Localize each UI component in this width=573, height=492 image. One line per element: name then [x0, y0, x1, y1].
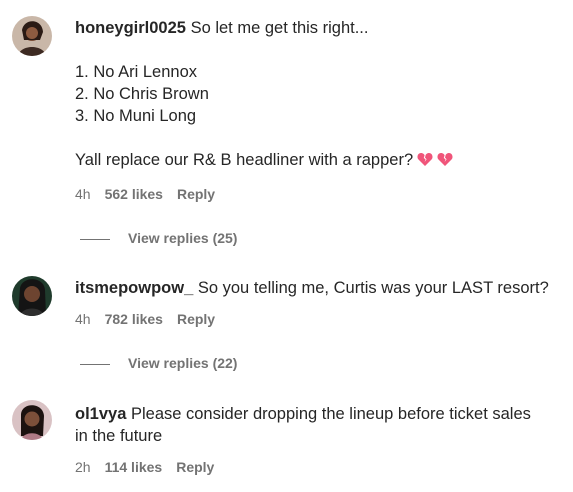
comment-body: honeygirl0025 So let me get this right..…	[75, 17, 565, 171]
comment-likes[interactable]: 782 likes	[105, 311, 163, 327]
comment-text: So let me get this right...	[190, 19, 369, 37]
avatar-image	[12, 400, 52, 440]
view-replies-label: View replies (25)	[128, 230, 238, 246]
avatar-image	[12, 276, 52, 316]
comment-text: Please consider dropping the lineup befo…	[130, 405, 531, 423]
avatar[interactable]	[12, 276, 52, 316]
comment-text: 1. No Ari Lennox	[75, 63, 197, 81]
comment-text: 2. No Chris Brown	[75, 85, 209, 103]
comment-body: itsmepowpow_ So you telling me, Curtis w…	[75, 277, 565, 299]
avatar[interactable]	[12, 400, 52, 440]
comment-text: Yall replace our R& B headliner with a r…	[75, 151, 414, 169]
comment-username[interactable]: ol1vya	[75, 405, 126, 423]
broken-heart-icon	[417, 153, 433, 166]
view-replies-button[interactable]: View replies (22)	[80, 355, 237, 371]
divider-line	[80, 238, 110, 240]
reply-button[interactable]: Reply	[177, 186, 215, 202]
comment-meta: 2h 114 likes Reply	[75, 459, 214, 475]
comment-text: 3. No Muni Long	[75, 107, 197, 125]
reply-button[interactable]: Reply	[176, 459, 214, 475]
comment-likes[interactable]: 114 likes	[105, 459, 163, 475]
comment-username[interactable]: itsmepowpow_	[75, 279, 193, 297]
reply-button[interactable]: Reply	[177, 311, 215, 327]
comment-likes[interactable]: 562 likes	[105, 186, 163, 202]
comment-time: 4h	[75, 186, 91, 202]
view-replies-button[interactable]: View replies (25)	[80, 230, 237, 246]
comment-text-blank	[75, 39, 565, 61]
comment-time: 2h	[75, 459, 91, 475]
comment-text: So you telling me, Curtis was your LAST …	[197, 279, 549, 297]
comment-text: in the future	[75, 427, 163, 445]
view-replies-label: View replies (22)	[128, 355, 238, 371]
comment-text-blank	[75, 127, 565, 149]
comment-username[interactable]: honeygirl0025	[75, 19, 186, 37]
avatar[interactable]	[12, 16, 52, 56]
comment-body: ol1vya Please consider dropping the line…	[75, 403, 565, 447]
divider-line	[80, 363, 110, 365]
comment-time: 4h	[75, 311, 91, 327]
comment-meta: 4h 562 likes Reply	[75, 186, 215, 202]
broken-heart-icon	[437, 153, 453, 166]
avatar-image	[12, 16, 52, 56]
comment-meta: 4h 782 likes Reply	[75, 311, 215, 327]
